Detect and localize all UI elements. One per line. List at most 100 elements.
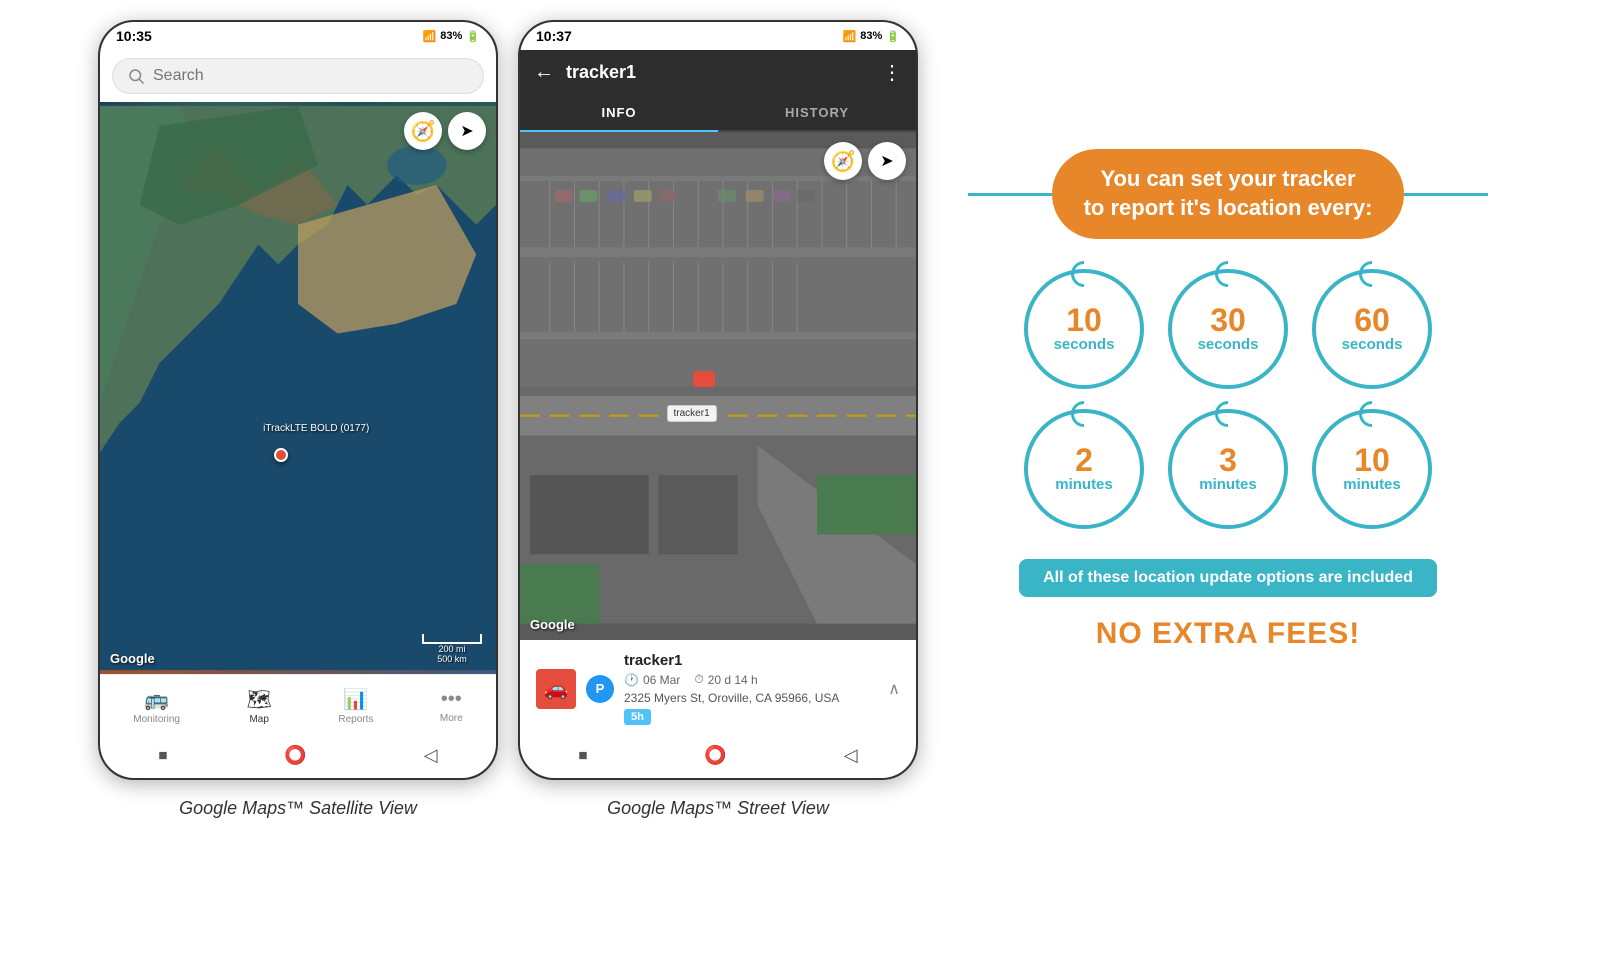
time-meta: ⏱ 20 d 14 h xyxy=(694,672,757,687)
infographic-panel: You can set your tracker to report it's … xyxy=(938,20,1518,780)
phone1-caption: Google Maps™ Satellite View xyxy=(179,798,417,819)
compass-button[interactable]: 🧭 xyxy=(404,112,442,150)
time-1: 10:35 xyxy=(116,28,152,44)
more-icon: ••• xyxy=(441,688,462,711)
car-marker-satellite xyxy=(274,448,288,462)
search-bar[interactable] xyxy=(112,58,484,94)
satellite-map: iTrackLTE BOLD (0177) 🧭 ➤ Google 200 mi … xyxy=(100,102,496,674)
nav-more[interactable]: ••• More xyxy=(424,684,479,728)
tab-info[interactable]: INFO xyxy=(520,95,718,132)
info-headline: You can set your tracker to report it's … xyxy=(1052,149,1405,238)
phone2: 10:37 📶 83% 🔋 ← tracker1 ⋮ INFO HISTORY xyxy=(518,20,918,780)
circle-60sec: 60 seconds xyxy=(1312,269,1432,389)
nav-reports[interactable]: 📊 Reports xyxy=(322,683,389,729)
expand-button[interactable]: ∧ xyxy=(888,679,900,699)
google-logo-1: Google xyxy=(110,651,155,666)
parking-map: tracker1 🧭 ➤ Google xyxy=(520,132,916,640)
sys-recent-btn-2[interactable]: ⏹ xyxy=(578,745,587,766)
circle-10min-unit: minutes xyxy=(1343,476,1401,493)
tracker-info-panel: 🚗 P tracker1 🕐 06 Mar ⏱ 20 d 14 h xyxy=(520,640,916,737)
status-bar-1: 10:35 📶 83% 🔋 xyxy=(100,22,496,50)
tracker-meta: 🕐 06 Mar ⏱ 20 d 14 h xyxy=(624,672,878,687)
circle-3min-unit: minutes xyxy=(1199,476,1257,493)
more-button[interactable]: ⋮ xyxy=(882,60,902,85)
no-fees-text: NO EXTRA FEES! xyxy=(1096,617,1361,651)
battery-1: 83% xyxy=(440,30,462,42)
scale-bar: 200 mi 500 km xyxy=(422,634,482,664)
phone2-caption: Google Maps™ Street View xyxy=(607,798,829,819)
phone2-wrapper: 10:37 📶 83% 🔋 ← tracker1 ⋮ INFO HISTORY xyxy=(518,20,918,819)
circle-2min: 2 minutes xyxy=(1024,409,1144,529)
tracker-title: tracker1 xyxy=(566,62,870,83)
battery-icon-2: 🔋 xyxy=(886,30,900,43)
circle-10sec-unit: seconds xyxy=(1054,336,1115,353)
sys-home-btn[interactable]: ⭕ xyxy=(284,745,306,766)
search-input[interactable] xyxy=(153,67,469,85)
signal-icon-2: 📶 xyxy=(843,30,857,43)
nav-map[interactable]: 🗺 Map xyxy=(230,683,287,729)
circle-30sec: 30 seconds xyxy=(1168,269,1288,389)
circle-60sec-num: 60 xyxy=(1354,304,1390,336)
circle-3min-num: 3 xyxy=(1219,444,1237,476)
compass-button-2[interactable]: 🧭 xyxy=(824,142,862,180)
timer-icon: ⏱ xyxy=(694,672,703,687)
circle-10min: 10 minutes xyxy=(1312,409,1432,529)
circle-10sec: 10 seconds xyxy=(1024,269,1144,389)
tracker-map-label: tracker1 xyxy=(667,405,717,422)
scale-text-top: 200 mi xyxy=(438,644,465,654)
time-2: 10:37 xyxy=(536,28,572,44)
google-logo-2: Google xyxy=(530,617,575,632)
search-container xyxy=(100,50,496,102)
bottom-nav-1: 🚌 Monitoring 🗺 Map 📊 Reports ••• More xyxy=(100,674,496,737)
compass-icon-2: 🧭 xyxy=(831,149,856,174)
circle-3min: 3 minutes xyxy=(1168,409,1288,529)
circle-30sec-num: 30 xyxy=(1210,304,1246,336)
time-circles-grid: 10 seconds 30 seconds 60 seconds 2 minut… xyxy=(1024,269,1432,529)
sys-nav-1: ⏹ ⭕ ◁ xyxy=(100,737,496,778)
map-icon: 🗺 xyxy=(246,687,271,712)
monitoring-icon: 🚌 xyxy=(144,687,169,712)
info-banner: All of these location update options are… xyxy=(1019,559,1437,597)
battery-icon-1: 🔋 xyxy=(466,30,480,43)
tracker-name: tracker1 xyxy=(624,652,878,669)
clock-meta: 🕐 06 Mar xyxy=(624,672,680,687)
circle-30sec-unit: seconds xyxy=(1198,336,1259,353)
tracker-tabs: INFO HISTORY xyxy=(520,95,916,132)
map-svg xyxy=(100,102,496,674)
search-icon xyxy=(127,67,145,85)
phone1: 10:35 📶 83% 🔋 xyxy=(98,20,498,780)
tracker-address: 2325 Myers St, Oroville, CA 95966, USA xyxy=(624,691,878,705)
location-button[interactable]: ➤ xyxy=(448,112,486,150)
circle-10min-num: 10 xyxy=(1354,444,1390,476)
status-bar-2: 10:37 📶 83% 🔋 xyxy=(520,22,916,50)
sys-nav-2: ⏹ ⭕ ◁ xyxy=(520,737,916,778)
sys-home-btn-2[interactable]: ⭕ xyxy=(704,745,726,766)
location-icon-2: ➤ xyxy=(880,151,893,171)
clock-icon: 🕐 xyxy=(624,673,639,687)
circle-2min-num: 2 xyxy=(1075,444,1093,476)
compass-icon: 🧭 xyxy=(411,119,436,144)
scale-text-bottom: 500 km xyxy=(437,654,467,664)
battery-2: 83% xyxy=(860,30,882,42)
parking-map-area: tracker1 🧭 ➤ Google xyxy=(520,132,916,640)
tracker-thumbnail: 🚗 xyxy=(536,669,576,709)
tracker-info-row: 🚗 P tracker1 🕐 06 Mar ⏱ 20 d 14 h xyxy=(536,652,900,725)
circle-2min-unit: minutes xyxy=(1055,476,1113,493)
back-button[interactable]: ← xyxy=(534,61,554,84)
tracker-label: iTrackLTE BOLD (0177) xyxy=(263,423,369,434)
nav-reports-label: Reports xyxy=(338,714,373,725)
status-icons-2: 📶 83% 🔋 xyxy=(843,30,900,43)
tab-history[interactable]: HISTORY xyxy=(718,95,916,130)
sys-recent-btn[interactable]: ⏹ xyxy=(158,745,167,766)
sys-back-btn-2[interactable]: ◁ xyxy=(844,745,858,766)
nav-map-label: Map xyxy=(249,714,268,725)
location-icon: ➤ xyxy=(460,121,473,141)
parking-badge: P xyxy=(586,675,614,703)
sys-back-btn[interactable]: ◁ xyxy=(424,745,438,766)
location-button-2[interactable]: ➤ xyxy=(868,142,906,180)
satellite-map-area: iTrackLTE BOLD (0177) 🧭 ➤ Google 200 mi … xyxy=(100,102,496,674)
nav-monitoring[interactable]: 🚌 Monitoring xyxy=(117,683,196,729)
scale-bar-line xyxy=(422,634,482,644)
tracker-header: ← tracker1 ⋮ xyxy=(520,50,916,95)
time-badge: 5h xyxy=(624,709,651,725)
